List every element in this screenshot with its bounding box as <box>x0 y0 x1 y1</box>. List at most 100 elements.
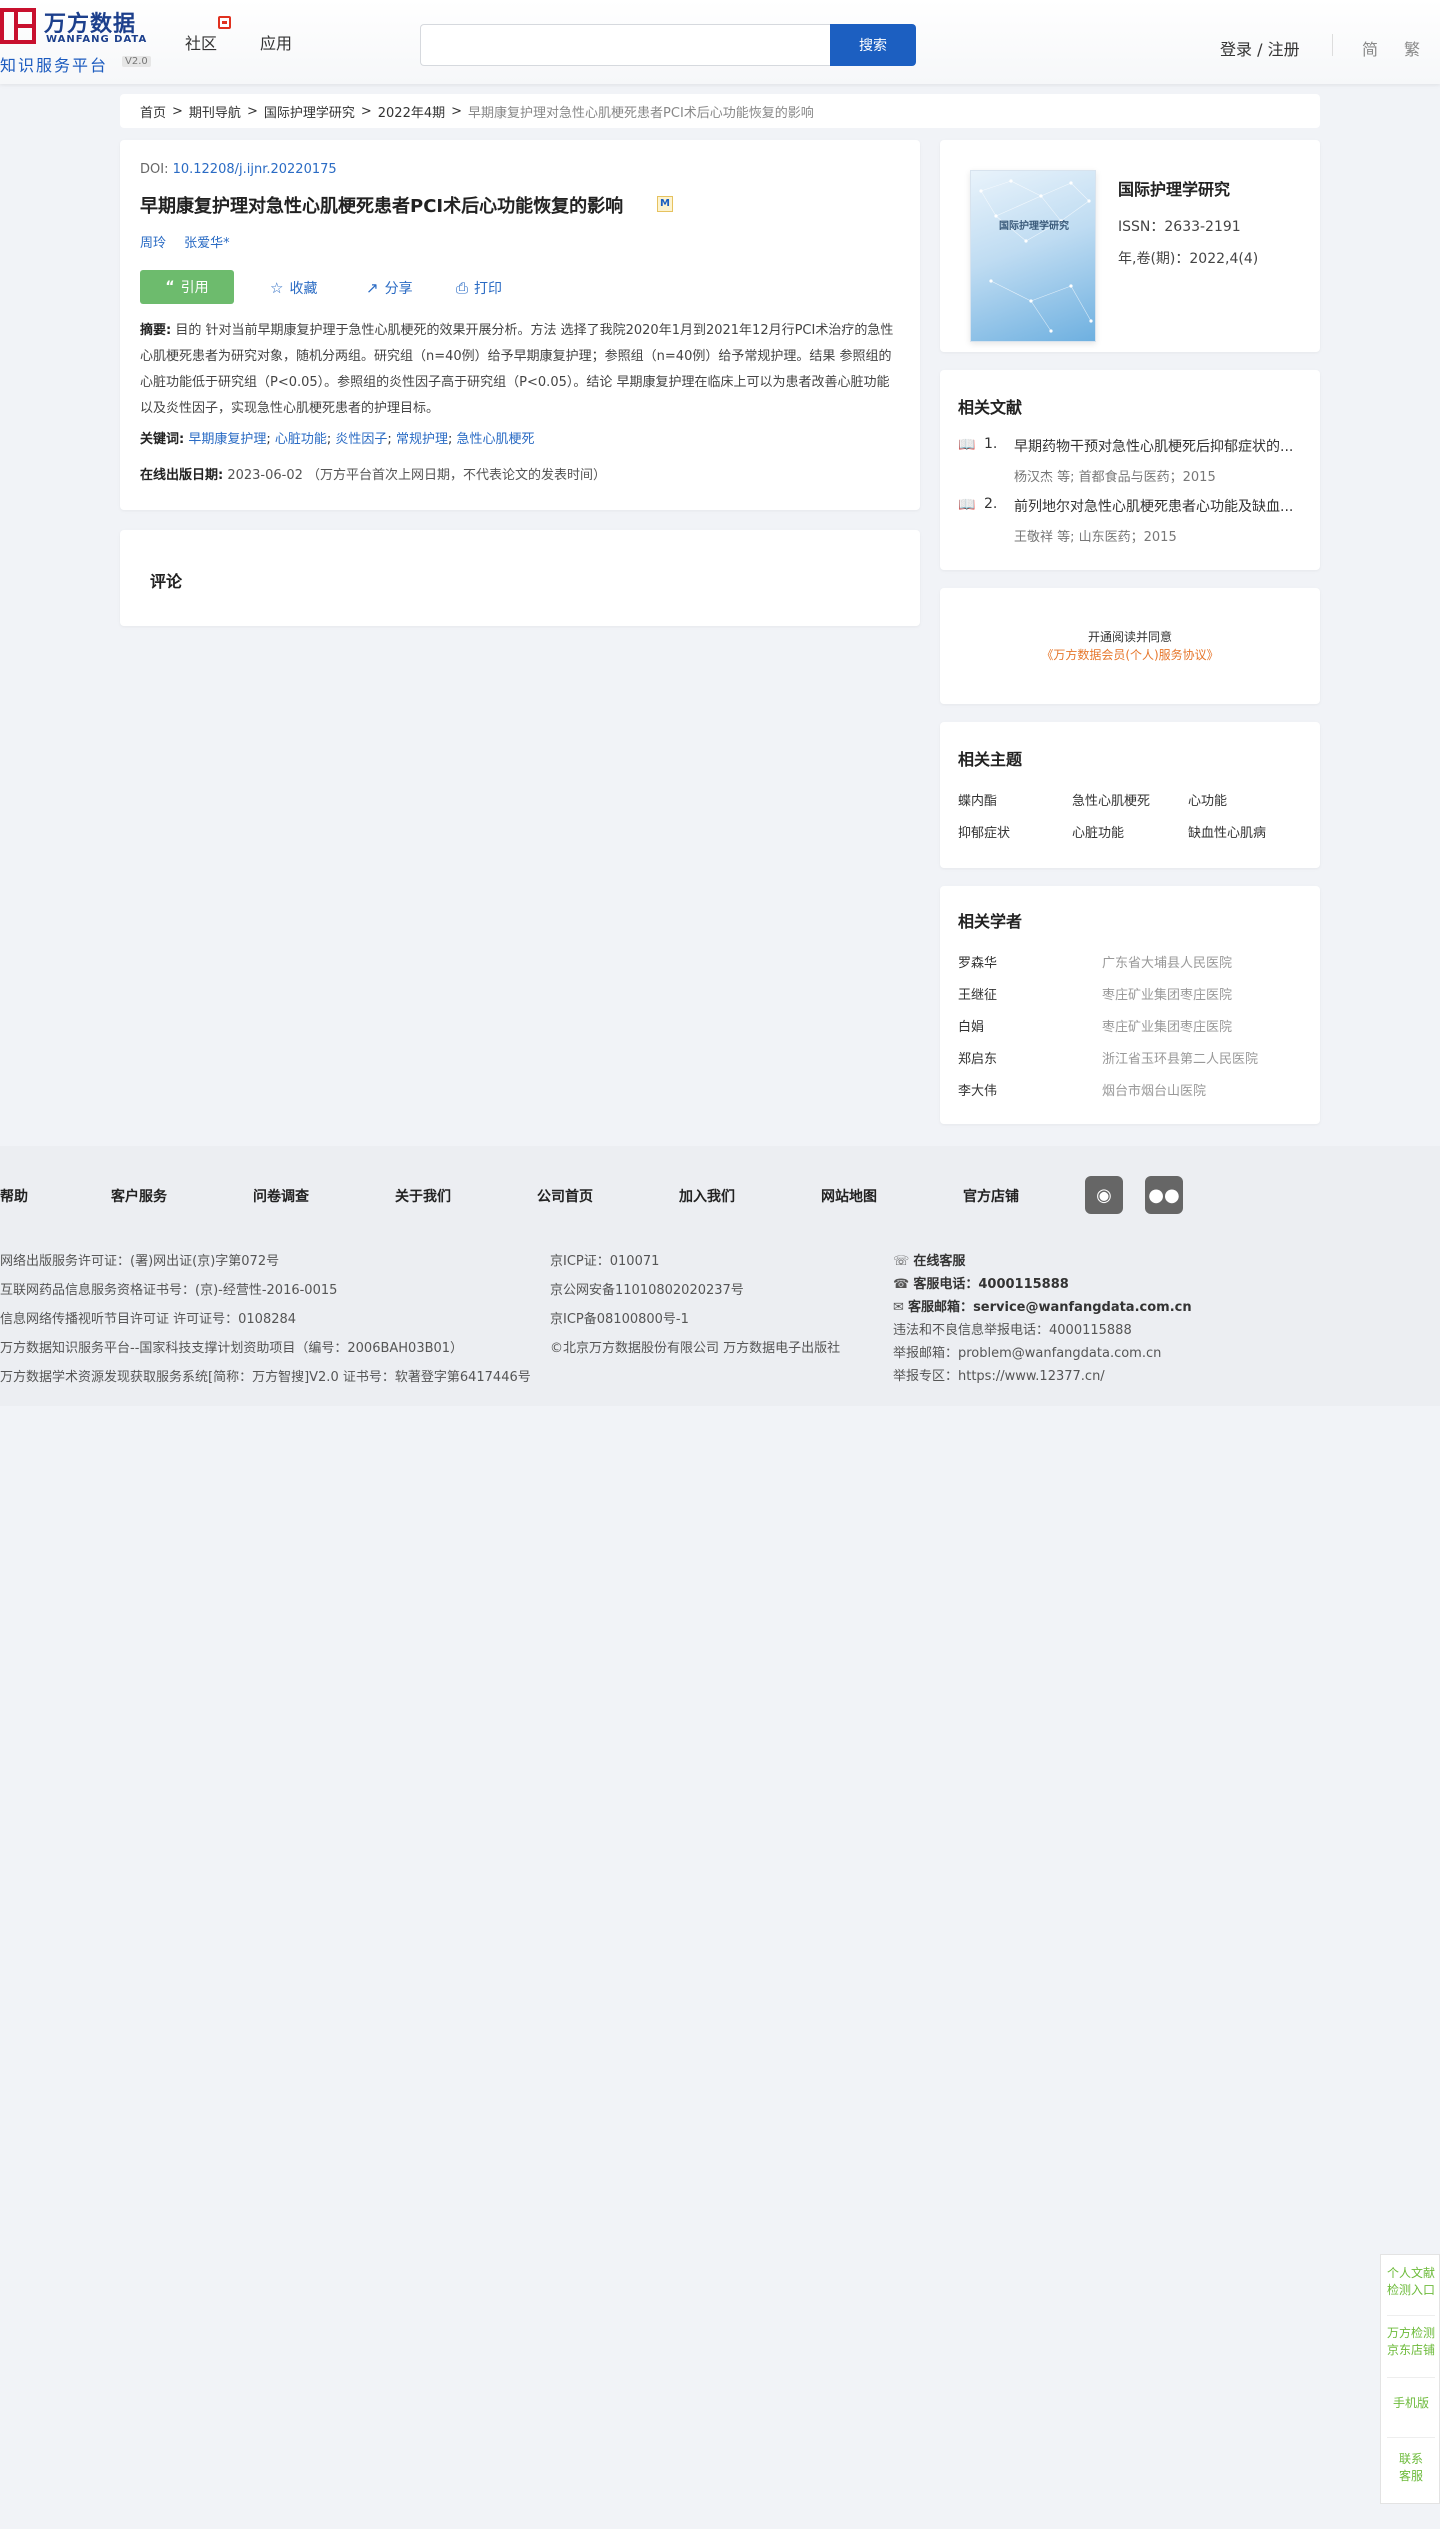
author-link[interactable]: 张爱华* <box>184 236 230 251</box>
footer-copyright: ©北京万方数据股份有限公司 万方数据电子出版社 <box>550 1341 841 1356</box>
logo-mark-icon <box>0 8 36 44</box>
topic-link[interactable]: 心脏功能 <box>1072 822 1124 841</box>
header-divider <box>1332 34 1333 56</box>
topic-link[interactable]: 蝶内酯 <box>958 790 997 809</box>
related-doc-meta: 杨汉杰 等; 首都食品与医药；2015 <box>1014 470 1216 485</box>
scholar-name-link[interactable]: 罗森华 <box>958 952 997 971</box>
keywords-label: 关键词: <box>140 432 185 447</box>
wechat-icon[interactable]: ●● <box>1145 1176 1183 1214</box>
scholar-org: 枣庄矿业集团枣庄医院 <box>1102 1020 1233 1035</box>
footer-link-sitemap[interactable]: 网站地图 <box>821 1186 877 1206</box>
printer-icon: ⎙ <box>456 279 469 297</box>
online-service-label: 在线客服 <box>913 1254 966 1269</box>
footer-license: 互联网药品信息服务资格证书号：(京)-经营性-2016-0015 <box>0 1283 338 1298</box>
keyword-link[interactable]: 心脏功能 <box>275 432 327 447</box>
pubdate-label: 在线出版日期: <box>140 468 224 483</box>
breadcrumb-current: 早期康复护理对急性心肌梗死患者PCI术后心功能恢复的影响 <box>468 105 814 121</box>
float-divider <box>1387 2437 1435 2438</box>
share-icon: ↗ <box>366 279 379 297</box>
logo-subtitle: 知识服务平台 <box>0 56 109 75</box>
email-label: 客服邮箱： <box>908 1300 974 1315</box>
share-button[interactable]: ↗ 分享 <box>366 278 413 298</box>
service-agreement-link[interactable]: 《万方数据会员(个人)服务协议》 <box>940 646 1320 663</box>
scholar-org: 广东省大埔县人民医院 <box>1102 956 1233 971</box>
nav-community[interactable]: 社区 <box>185 30 217 54</box>
keyword-link[interactable]: 早期康复护理 <box>188 432 266 447</box>
footer-phone: ☎ 客服电话：4000115888 <box>893 1273 1069 1292</box>
topic-link[interactable]: 缺血性心肌病 <box>1188 822 1266 841</box>
publish-date: 在线出版日期: 2023-06-02 （万方平台首次上网日期，不代表论文的发表时… <box>140 464 606 483</box>
journal-cover[interactable]: 国际护理学研究 <box>970 170 1096 342</box>
search-input[interactable] <box>420 24 830 66</box>
footer-report-email: 举报邮箱：problem@wanfangdata.com.cn <box>893 1346 1162 1361</box>
footer-link-help[interactable]: 帮助 <box>0 1186 28 1206</box>
headset-icon: ☏ <box>893 1254 910 1269</box>
lang-traditional[interactable]: 繁 <box>1404 36 1420 60</box>
wanfang-logo[interactable]: 万方数据 WANFANG DATA 知识服务平台 V2.0 <box>0 8 160 75</box>
nav-apps[interactable]: 应用 <box>260 30 292 54</box>
cover-title: 国际护理学研究 <box>999 221 1069 232</box>
float-label: 个人文献 <box>1386 2266 1435 2280</box>
related-topics-title: 相关主题 <box>958 750 1023 769</box>
book-icon: 📖 <box>958 437 976 453</box>
float-personal-check[interactable]: 个人文献 检测入口 <box>1381 2265 1440 2299</box>
scholar-name-link[interactable]: 郑启东 <box>958 1048 997 1067</box>
related-doc-title[interactable]: 早期药物干预对急性心肌梗死后抑郁症状的... <box>1014 436 1304 456</box>
keyword-link[interactable]: 常规护理 <box>396 432 448 447</box>
topic-link[interactable]: 急性心肌梗死 <box>1072 790 1150 809</box>
breadcrumb-issue[interactable]: 2022年4期 <box>378 102 445 121</box>
scholar-name-link[interactable]: 王继征 <box>958 984 997 1003</box>
doi-link[interactable]: 10.12208/j.ijnr.20220175 <box>173 162 337 177</box>
phone-value: 4000115888 <box>978 1277 1069 1292</box>
footer-icp: 京公网安备11010802020237号 <box>550 1283 744 1298</box>
footer-link-store[interactable]: 官方店铺 <box>963 1186 1019 1206</box>
topic-link[interactable]: 抑郁症状 <box>958 822 1010 841</box>
email-value: service@wanfangdata.com.cn <box>973 1300 1192 1315</box>
breadcrumb-journal-nav[interactable]: 期刊导航 <box>189 102 241 121</box>
keyword-link[interactable]: 炎性因子 <box>335 432 387 447</box>
search-button[interactable]: 搜索 <box>830 24 916 66</box>
topic-link[interactable]: 心功能 <box>1188 790 1227 809</box>
breadcrumb-separator: > <box>172 103 183 119</box>
float-label: 京东店铺 <box>1386 2343 1435 2357</box>
breadcrumb-separator: > <box>246 103 258 119</box>
footer-report-site[interactable]: 举报专区：https://www.12377.cn/ <box>893 1365 1105 1384</box>
article-card: DOI: 10.12208/j.ijnr.20220175 早期康复护理对急性心… <box>120 140 920 510</box>
cite-button[interactable]: “ 引用 <box>140 270 234 304</box>
float-mobile[interactable]: 手机版 <box>1381 2395 1440 2412</box>
scholar-name-link[interactable]: 李大伟 <box>958 1080 997 1099</box>
footer-link-about[interactable]: 关于我们 <box>395 1186 451 1206</box>
breadcrumb-home[interactable]: 首页 <box>140 102 166 121</box>
abstract-label: 摘要: <box>140 323 172 338</box>
author-link[interactable]: 周玲 <box>140 236 166 251</box>
breadcrumb-journal[interactable]: 国际护理学研究 <box>264 102 355 121</box>
open-read-card: 开通阅读并同意 《万方数据会员(个人)服务协议》 <box>940 588 1320 704</box>
pdf-icon[interactable]: M <box>657 196 673 212</box>
related-doc-title[interactable]: 前列地尔对急性心肌梗死患者心功能及缺血... <box>1014 496 1304 516</box>
keyword-link[interactable]: 急性心肌梗死 <box>456 432 534 447</box>
journal-issn: ISSN：2633-2191 <box>1118 219 1241 235</box>
lang-simplified[interactable]: 简 <box>1362 36 1378 60</box>
abstract-text: 目的 针对当前早期康复护理于急性心肌梗死的效果开展分析。方法 选择了我院2020… <box>140 323 894 416</box>
footer-license: 信息网络传播视听节目许可证 许可证号：0108284 <box>0 1312 297 1327</box>
journal-name-link[interactable]: 国际护理学研究 <box>1118 176 1230 200</box>
scholar-name-link[interactable]: 白娟 <box>958 1016 984 1035</box>
float-divider <box>1387 2377 1435 2378</box>
float-label: 检测入口 <box>1386 2283 1435 2297</box>
footer-online-service[interactable]: ☏ 在线客服 <box>893 1250 965 1269</box>
print-button[interactable]: ⎙ 打印 <box>456 278 502 298</box>
star-icon: ☆ <box>270 279 284 297</box>
community-badge-icon <box>218 16 231 29</box>
login-register-link[interactable]: 登录 / 注册 <box>1220 36 1300 60</box>
book-icon: 📖 <box>958 497 976 513</box>
favorite-button[interactable]: ☆ 收藏 <box>270 278 317 298</box>
footer-link-join[interactable]: 加入我们 <box>679 1186 735 1206</box>
float-jd-store[interactable]: 万方检测 京东店铺 <box>1381 2325 1440 2359</box>
weibo-icon[interactable]: ◉ <box>1085 1176 1123 1214</box>
related-scholars-title: 相关学者 <box>958 912 1023 931</box>
float-contact[interactable]: 联系 客服 <box>1381 2451 1440 2485</box>
footer-link-survey[interactable]: 问卷调查 <box>253 1186 309 1206</box>
footer-link-company[interactable]: 公司首页 <box>537 1186 593 1206</box>
float-divider <box>1387 2315 1435 2316</box>
footer-link-service[interactable]: 客户服务 <box>111 1186 167 1206</box>
